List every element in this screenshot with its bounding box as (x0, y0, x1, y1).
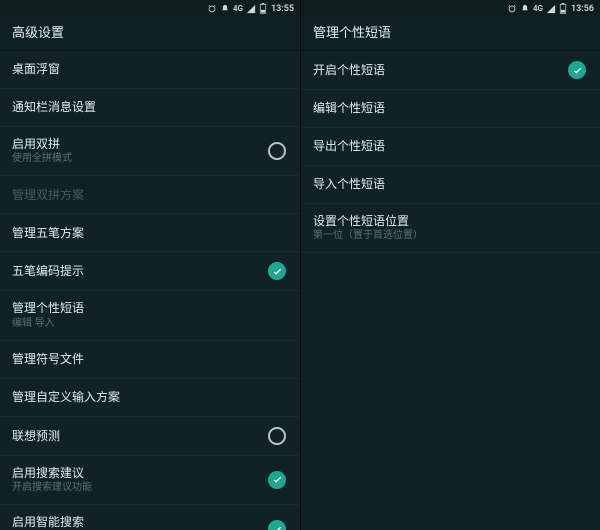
settings-row[interactable]: 启用智能搜索 开启智能搜索 (0, 505, 300, 530)
settings-row[interactable]: 管理五笔方案 (0, 214, 300, 252)
network-label: 4G (533, 4, 543, 13)
settings-row[interactable]: 桌面浮窗 (0, 51, 300, 89)
settings-row[interactable]: 管理符号文件 (0, 341, 300, 379)
row-primary: 五笔编码提示 (12, 264, 84, 278)
row-primary: 导入个性短语 (313, 177, 385, 191)
mute-icon (220, 4, 230, 14)
check-on-icon[interactable] (268, 262, 286, 280)
row-primary: 启用智能搜索 (12, 515, 84, 529)
row-primary: 通知栏消息设置 (12, 100, 96, 114)
alarm-icon (507, 4, 517, 14)
settings-row[interactable]: 导出个性短语 (301, 128, 600, 166)
row-primary: 管理个性短语 (12, 301, 84, 315)
row-primary: 管理符号文件 (12, 352, 84, 366)
check-on-icon[interactable] (568, 61, 586, 79)
network-label: 4G (233, 4, 243, 13)
row-primary: 开启个性短语 (313, 63, 385, 77)
status-time: 13:55 (271, 4, 294, 14)
row-secondary: 使用全拼模式 (12, 153, 72, 165)
battery-icon (559, 3, 567, 14)
settings-row[interactable]: 启用双拼 使用全拼模式 (0, 127, 300, 176)
row-primary: 编辑个性短语 (313, 101, 385, 115)
row-primary: 设置个性短语位置 (313, 214, 423, 228)
mute-icon (520, 4, 530, 14)
signal-icon (246, 4, 256, 14)
row-primary: 管理五笔方案 (12, 226, 84, 240)
status-icons-cluster: 4G (507, 3, 567, 14)
settings-row[interactable]: 管理个性短语 编辑 导入 (0, 291, 300, 340)
settings-row[interactable]: 开启个性短语 (301, 51, 600, 90)
settings-row[interactable]: 联想预测 (0, 417, 300, 456)
settings-list-left: 桌面浮窗 通知栏消息设置 启用双拼 使用全拼模式 管理双拼方案 管理五笔方案 (0, 51, 300, 530)
settings-row[interactable]: 导入个性短语 (301, 166, 600, 204)
row-secondary: 编辑 导入 (12, 318, 84, 330)
settings-row[interactable]: 五笔编码提示 (0, 252, 300, 291)
radio-off-icon[interactable] (268, 142, 286, 160)
page-title: 管理个性短语 (301, 17, 600, 51)
signal-icon (546, 4, 556, 14)
row-primary: 桌面浮窗 (12, 62, 60, 76)
check-on-icon[interactable] (268, 520, 286, 530)
row-primary: 联想预测 (12, 429, 60, 443)
check-on-icon[interactable] (268, 471, 286, 489)
status-time: 13:56 (571, 4, 594, 14)
row-primary: 管理自定义输入方案 (12, 390, 120, 404)
status-bar: 4G 13:56 (301, 0, 600, 17)
alarm-icon (207, 4, 217, 14)
settings-row[interactable]: 通知栏消息设置 (0, 89, 300, 127)
settings-row[interactable]: 设置个性短语位置 第一位（置于首选位置） (301, 204, 600, 253)
row-secondary: 开启搜索建议功能 (12, 482, 92, 494)
row-primary: 管理双拼方案 (12, 188, 84, 202)
settings-row[interactable]: 管理自定义输入方案 (0, 379, 300, 417)
screen-left: 4G 13:55 高级设置 桌面浮窗 通知栏消息设置 启用双拼 使用全拼模式 (0, 0, 300, 530)
battery-icon (259, 3, 267, 14)
row-secondary: 第一位（置于首选位置） (313, 230, 423, 242)
row-primary: 启用搜索建议 (12, 466, 92, 480)
settings-row: 管理双拼方案 (0, 176, 300, 214)
screen-right: 4G 13:56 管理个性短语 开启个性短语 编辑个性短语 导出个性短语 (300, 0, 600, 530)
status-icons-cluster: 4G (207, 3, 267, 14)
row-primary: 启用双拼 (12, 137, 72, 151)
settings-row[interactable]: 启用搜索建议 开启搜索建议功能 (0, 456, 300, 505)
settings-list-right: 开启个性短语 编辑个性短语 导出个性短语 导入个性短语 设置个性短语位置 第一位… (301, 51, 600, 253)
settings-row[interactable]: 编辑个性短语 (301, 90, 600, 128)
page-title: 高级设置 (0, 17, 300, 51)
radio-off-icon[interactable] (268, 427, 286, 445)
status-bar: 4G 13:55 (0, 0, 300, 17)
row-primary: 导出个性短语 (313, 139, 385, 153)
